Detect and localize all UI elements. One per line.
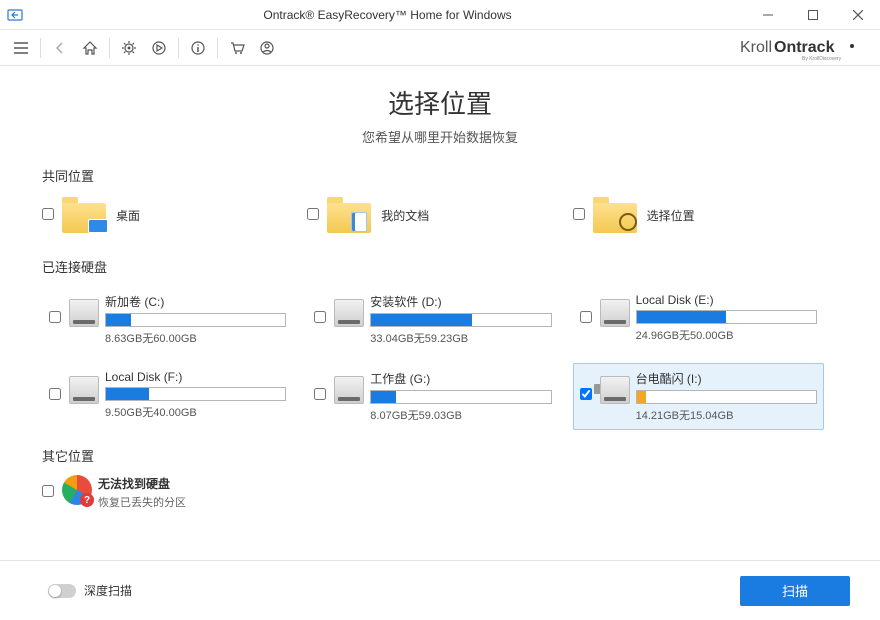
- drive-info: Local Disk (F:) 9.50GB无40.00GB: [105, 370, 286, 420]
- resume-button[interactable]: [145, 34, 173, 62]
- usage-bar: [105, 387, 286, 401]
- hdd-icon: [334, 299, 364, 327]
- info-button[interactable]: [184, 34, 212, 62]
- usage-bar: [636, 310, 817, 324]
- footer: 深度扫描 扫描: [0, 560, 880, 620]
- checkbox[interactable]: [314, 388, 326, 403]
- other-texts: 无法找到硬盘 恢复已丢失的分区: [98, 475, 186, 510]
- drive-info: 台电酷闪 (I:) 14.21GB无15.04GB: [636, 370, 817, 423]
- usage-bar: [370, 390, 551, 404]
- drive-row: Local Disk (F:) 9.50GB无40.00GB 工作盘 (G:) 8.0…: [42, 363, 838, 430]
- drive-info: Local Disk (E:) 24.96GB无50.00GB: [636, 293, 817, 343]
- drive-usage: 8.63GB无60.00GB: [105, 330, 286, 346]
- location-label: 选择位置: [647, 207, 695, 224]
- location-documents[interactable]: 我的文档: [307, 195, 558, 235]
- drive-info: 安装软件 (D:) 33.04GB无59.23GB: [370, 293, 551, 346]
- cart-button[interactable]: [223, 34, 251, 62]
- drives-grid: 新加卷 (C:) 8.63GB无60.00GB 安装软件 (D:) 33.04GB无5…: [42, 286, 838, 430]
- drive-item[interactable]: 新加卷 (C:) 8.63GB无60.00GB: [42, 286, 293, 353]
- toolbar: Kroll Ontrack By KrollDiscovery: [0, 30, 880, 66]
- warning-badge-icon: ?: [80, 493, 94, 507]
- drive-item[interactable]: Local Disk (E:) 24.96GB无50.00GB: [573, 286, 824, 350]
- back-button[interactable]: [46, 34, 74, 62]
- checkbox[interactable]: [307, 208, 319, 223]
- other-recover-partition[interactable]: ? 无法找到硬盘 恢复已丢失的分区: [42, 475, 838, 510]
- other-title: 无法找到硬盘: [98, 475, 186, 492]
- usb-drive-icon: [600, 376, 630, 404]
- maximize-button[interactable]: [790, 0, 835, 30]
- checkbox[interactable]: [49, 311, 61, 326]
- usage-bar: [370, 313, 551, 327]
- drive-usage: 33.04GB无59.23GB: [370, 330, 551, 346]
- folder-browse-icon: [593, 195, 641, 235]
- drive-info: 工作盘 (G:) 8.07GB无59.03GB: [370, 370, 551, 423]
- close-button[interactable]: [835, 0, 880, 30]
- drive-usage: 24.96GB无50.00GB: [636, 327, 817, 343]
- separator: [217, 38, 218, 58]
- location-label: 桌面: [116, 207, 140, 224]
- checkbox[interactable]: [573, 208, 585, 223]
- folder-documents-icon: [327, 195, 375, 235]
- checkbox[interactable]: [580, 388, 592, 403]
- drive-info: 新加卷 (C:) 8.63GB无60.00GB: [105, 293, 286, 346]
- drive-row: 新加卷 (C:) 8.63GB无60.00GB 安装软件 (D:) 33.04GB无5…: [42, 286, 838, 353]
- user-button[interactable]: [253, 34, 281, 62]
- usage-bar: [636, 390, 817, 404]
- drive-name: 工作盘 (G:): [370, 370, 551, 387]
- location-desktop[interactable]: 桌面: [42, 195, 293, 235]
- minimize-button[interactable]: [745, 0, 790, 30]
- deep-scan-toggle[interactable]: [48, 584, 76, 598]
- drive-name: 安装软件 (D:): [370, 293, 551, 310]
- home-button[interactable]: [76, 34, 104, 62]
- hdd-icon: [600, 299, 630, 327]
- drive-item[interactable]: 安装软件 (D:) 33.04GB无59.23GB: [307, 286, 558, 353]
- drive-usage: 8.07GB无59.03GB: [370, 407, 551, 423]
- location-label: 我的文档: [381, 207, 429, 224]
- window-title: Ontrack® EasyRecovery™ Home for Windows: [30, 8, 745, 22]
- content-area: 选择位置 您希望从哪里开始数据恢复 共同位置 桌面 我的文档 选择位置: [0, 66, 880, 510]
- location-browse[interactable]: 选择位置: [573, 195, 824, 235]
- drive-name: Local Disk (E:): [636, 293, 817, 307]
- page-subtitle: 您希望从哪里开始数据恢复: [42, 127, 838, 146]
- drive-usage: 14.21GB无15.04GB: [636, 407, 817, 423]
- titlebar: Ontrack® EasyRecovery™ Home for Windows: [0, 0, 880, 30]
- menu-button[interactable]: [7, 34, 35, 62]
- checkbox[interactable]: [314, 311, 326, 326]
- section-drives-title: 已连接硬盘: [42, 257, 838, 276]
- window-controls: [745, 0, 880, 30]
- section-common-title: 共同位置: [42, 166, 838, 185]
- checkbox[interactable]: [42, 208, 54, 223]
- usage-bar: [105, 313, 286, 327]
- common-locations-row: 桌面 我的文档 选择位置: [42, 195, 838, 235]
- drive-item[interactable]: 台电酷闪 (I:) 14.21GB无15.04GB: [573, 363, 824, 430]
- section-other-title: 其它位置: [42, 446, 838, 465]
- svg-text:By KrollDiscovery: By KrollDiscovery: [802, 56, 842, 62]
- drive-usage: 9.50GB无40.00GB: [105, 404, 286, 420]
- brand-logo: Kroll Ontrack By KrollDiscovery: [740, 34, 874, 62]
- scan-button[interactable]: 扫描: [740, 576, 850, 606]
- hdd-icon: [69, 376, 99, 404]
- drive-name: 新加卷 (C:): [105, 293, 286, 310]
- checkbox[interactable]: [42, 485, 54, 500]
- hdd-icon: [69, 299, 99, 327]
- svg-text:Ontrack: Ontrack: [774, 39, 835, 56]
- deep-scan-label: 深度扫描: [84, 582, 132, 599]
- page-title: 选择位置: [42, 84, 838, 121]
- checkbox[interactable]: [580, 311, 592, 326]
- checkbox[interactable]: [49, 388, 61, 403]
- other-subtitle: 恢复已丢失的分区: [98, 494, 186, 510]
- settings-button[interactable]: [115, 34, 143, 62]
- drive-name: Local Disk (F:): [105, 370, 286, 384]
- app-icon: [0, 7, 30, 23]
- drive-item[interactable]: 工作盘 (G:) 8.07GB无59.03GB: [307, 363, 558, 430]
- hdd-icon: [334, 376, 364, 404]
- svg-text:Kroll: Kroll: [740, 39, 772, 56]
- separator: [178, 38, 179, 58]
- drive-item[interactable]: Local Disk (F:) 9.50GB无40.00GB: [42, 363, 293, 427]
- separator: [109, 38, 110, 58]
- partition-pie-icon: ?: [62, 475, 92, 505]
- separator: [40, 38, 41, 58]
- folder-desktop-icon: [62, 195, 110, 235]
- drive-name: 台电酷闪 (I:): [636, 370, 817, 387]
